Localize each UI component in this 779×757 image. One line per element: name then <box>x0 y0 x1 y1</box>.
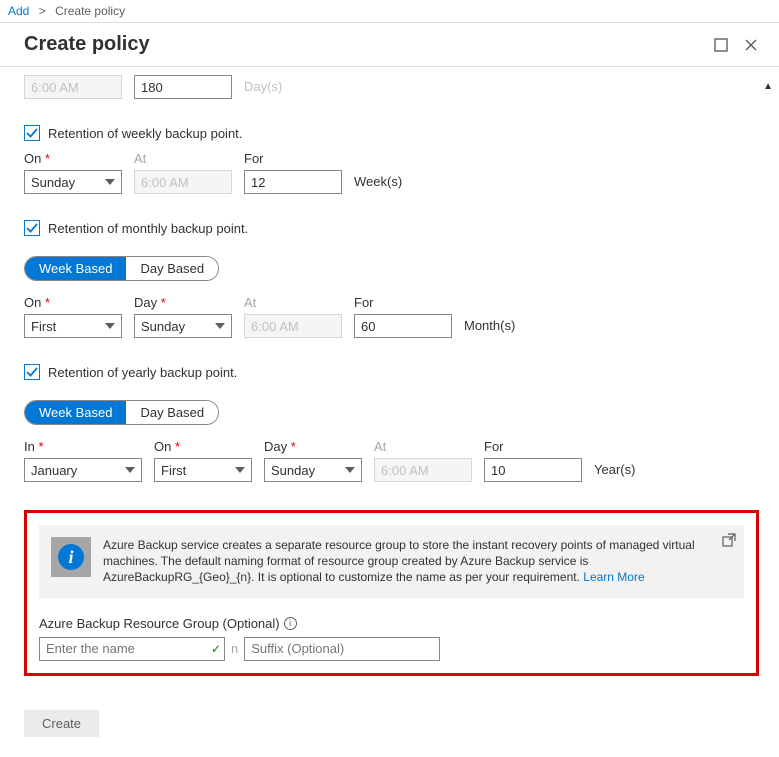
yearly-unit-label: Year(s) <box>594 462 635 477</box>
monthly-at-select: 6:00 AM <box>244 314 342 338</box>
page-title: Create policy <box>24 33 150 56</box>
resource-group-name-input[interactable] <box>39 637 225 661</box>
yearly-for-label: For <box>484 439 582 454</box>
info-text: Azure Backup service creates a separate … <box>103 537 732 586</box>
close-icon[interactable] <box>743 37 759 53</box>
monthly-day-label: Day * <box>134 295 232 310</box>
yearly-day-select[interactable]: Sunday <box>264 458 362 482</box>
weekly-on-label: On * <box>24 151 122 166</box>
yearly-week-based-pill[interactable]: Week Based <box>25 401 126 424</box>
weekly-for-input[interactable] <box>244 170 342 194</box>
resource-group-info-icon[interactable]: i <box>284 617 297 630</box>
weekly-for-label: For <box>244 151 342 166</box>
scroll-up-icon[interactable]: ▲ <box>763 81 773 92</box>
yearly-in-label: In * <box>24 439 142 454</box>
monthly-for-input[interactable] <box>354 314 452 338</box>
breadcrumb-add-link[interactable]: Add <box>8 4 29 18</box>
daily-retention-row: 6:00 AM Day(s) <box>24 75 759 99</box>
resource-group-separator: n <box>231 641 238 656</box>
monthly-basis-toggle: Week Based Day Based <box>24 256 219 281</box>
popout-icon[interactable] <box>722 533 736 550</box>
breadcrumb-current: Create policy <box>55 4 125 18</box>
daily-time-select: 6:00 AM <box>24 75 122 99</box>
yearly-retention-label: Retention of yearly backup point. <box>48 365 237 380</box>
breadcrumb-separator-icon: > <box>39 4 46 18</box>
yearly-at-label: At <box>374 439 472 454</box>
monthly-at-label: At <box>244 295 342 310</box>
yearly-for-input[interactable] <box>484 458 582 482</box>
monthly-unit-label: Month(s) <box>464 318 515 333</box>
yearly-basis-toggle: Week Based Day Based <box>24 400 219 425</box>
info-card: i Azure Backup service creates a separat… <box>39 525 744 598</box>
daily-retention-input[interactable] <box>134 75 232 99</box>
monthly-for-label: For <box>354 295 452 310</box>
yearly-on-label: On * <box>154 439 252 454</box>
info-icon: i <box>58 544 84 570</box>
monthly-retention-label: Retention of monthly backup point. <box>48 221 248 236</box>
weekly-unit-label: Week(s) <box>354 174 402 189</box>
yearly-in-select[interactable]: January <box>24 458 142 482</box>
monthly-day-select[interactable]: Sunday <box>134 314 232 338</box>
monthly-retention-checkbox[interactable] <box>24 220 40 236</box>
monthly-week-based-pill[interactable]: Week Based <box>25 257 126 280</box>
yearly-on-select[interactable]: First <box>154 458 252 482</box>
weekly-retention-checkbox[interactable] <box>24 125 40 141</box>
restore-window-icon[interactable] <box>713 37 729 53</box>
blade-header: Create policy <box>0 23 779 67</box>
create-button[interactable]: Create <box>24 710 99 737</box>
resource-group-label: Azure Backup Resource Group (Optional) <box>39 616 280 631</box>
weekly-at-select: 6:00 AM <box>134 170 232 194</box>
weekly-on-select[interactable]: Sunday <box>24 170 122 194</box>
monthly-on-select[interactable]: First <box>24 314 122 338</box>
weekly-retention-label: Retention of weekly backup point. <box>48 126 242 141</box>
yearly-at-select: 6:00 AM <box>374 458 472 482</box>
learn-more-link[interactable]: Learn More <box>583 570 644 584</box>
yearly-retention-checkbox[interactable] <box>24 364 40 380</box>
breadcrumb: Add > Create policy <box>0 0 779 23</box>
yearly-day-based-pill[interactable]: Day Based <box>126 401 218 424</box>
info-icon-badge: i <box>51 537 91 577</box>
resource-group-highlight-box: i Azure Backup service creates a separat… <box>24 510 759 676</box>
monthly-day-based-pill[interactable]: Day Based <box>126 257 218 280</box>
weekly-at-label: At <box>134 151 232 166</box>
daily-unit-label: Day(s) <box>244 79 282 94</box>
yearly-day-label: Day * <box>264 439 362 454</box>
resource-group-suffix-input[interactable] <box>244 637 440 661</box>
monthly-on-label: On * <box>24 295 122 310</box>
